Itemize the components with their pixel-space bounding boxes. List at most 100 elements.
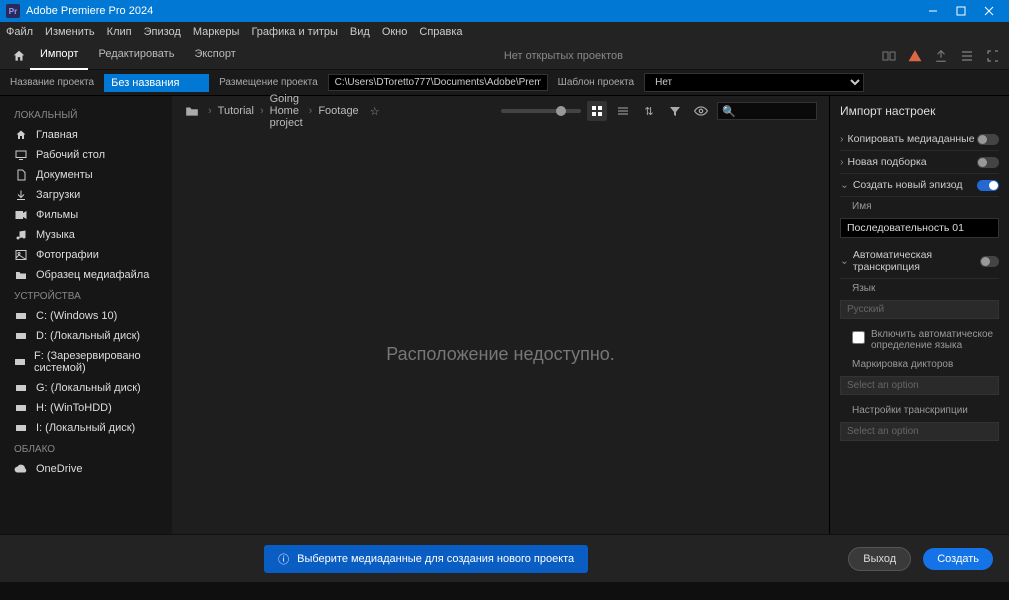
breadcrumb-separator: › <box>208 105 212 117</box>
language-select[interactable]: Русский <box>840 300 999 319</box>
menu-эпизод[interactable]: Эпизод <box>144 26 181 38</box>
sidebar-item[interactable]: Рабочий стол <box>0 145 172 165</box>
statusbar <box>0 582 1009 600</box>
sidebar-item[interactable]: Фотографии <box>0 245 172 265</box>
list-view-button[interactable] <box>613 101 633 121</box>
sidebar-item-label: Главная <box>36 129 78 141</box>
sidebar-section-header: ЛОКАЛЬНЫЙ <box>0 104 172 125</box>
sidebar-item[interactable]: C: (Windows 10) <box>0 306 172 326</box>
breadcrumb-item[interactable]: Going Home project <box>270 93 303 129</box>
settings-row[interactable]: ›Копировать медиаданные <box>840 128 999 151</box>
sidebar-section-header: УСТРОЙСТВА <box>0 285 172 306</box>
sidebar-item[interactable]: D: (Локальный диск) <box>0 326 172 346</box>
project-settings-row: Название проекта Размещение проекта Шабл… <box>0 70 1009 96</box>
home-button[interactable] <box>8 49 30 63</box>
menu-графика и титры[interactable]: Графика и титры <box>251 26 337 38</box>
sidebar-item[interactable]: I: (Локальный диск) <box>0 418 172 438</box>
sidebar-item[interactable]: Образец медиафайла <box>0 265 172 285</box>
sidebar-item[interactable]: Фильмы <box>0 205 172 225</box>
project-name-label: Название проекта <box>10 77 94 88</box>
menu-маркеры[interactable]: Маркеры <box>193 26 240 38</box>
toggle-switch[interactable] <box>977 134 999 145</box>
minimize-button[interactable] <box>919 0 947 22</box>
toggle-switch[interactable] <box>980 256 999 267</box>
search-input[interactable] <box>736 106 816 117</box>
titlebar: Pr Adobe Premiere Pro 2024 <box>0 0 1009 22</box>
sidebar-item[interactable]: OneDrive <box>0 459 172 479</box>
breadcrumb: ›Tutorial›Going Home project›Footage <box>208 93 359 129</box>
close-button[interactable] <box>975 0 1003 22</box>
breadcrumb-item[interactable]: Footage <box>318 105 358 117</box>
tab-экспорт[interactable]: Экспорт <box>184 42 245 70</box>
create-button[interactable]: Создать <box>923 548 993 570</box>
sidebar-item[interactable]: Загрузки <box>0 185 172 205</box>
sequence-name-input[interactable] <box>840 218 999 238</box>
settings-row[interactable]: ⌄Автоматическая транскрипция <box>840 244 999 279</box>
sidebar-item-label: Рабочий стол <box>36 149 105 161</box>
sidebar: ЛОКАЛЬНЫЙ Главная Рабочий стол Документы Заг… <box>0 96 172 582</box>
window-title: Adobe Premiere Pro 2024 <box>26 5 919 17</box>
sidebar-item[interactable]: F: (Зарезервировано системой) <box>0 346 172 378</box>
footer: ⓘ Выберите медиаданные для создания ново… <box>0 534 1009 582</box>
menu-клип[interactable]: Клип <box>107 26 132 38</box>
favorite-icon[interactable]: ☆ <box>367 103 383 119</box>
drive-icon <box>14 311 28 321</box>
image-icon <box>14 249 28 261</box>
export-icon[interactable] <box>933 48 949 64</box>
warning-icon[interactable] <box>907 48 923 64</box>
sidebar-item[interactable]: H: (WinToHDD) <box>0 398 172 418</box>
grid-view-button[interactable] <box>587 101 607 121</box>
filter-button[interactable] <box>665 101 685 121</box>
sidebar-item-label: Загрузки <box>36 189 80 201</box>
transcription-settings-select[interactable]: Select an option <box>840 422 999 441</box>
sidebar-item-label: Музыка <box>36 229 75 241</box>
maximize-button[interactable] <box>947 0 975 22</box>
zoom-slider[interactable] <box>501 109 581 113</box>
sequence-name-label: Имя <box>840 197 999 216</box>
preview-button[interactable] <box>691 101 711 121</box>
project-path-input[interactable] <box>328 74 548 91</box>
workspace-icon[interactable] <box>881 48 897 64</box>
search-box[interactable]: 🔍 <box>717 102 817 120</box>
tab-импорт[interactable]: Импорт <box>30 42 88 70</box>
drive-icon <box>14 331 28 341</box>
autodetect-language-checkbox[interactable]: Включить автоматическое определение язык… <box>840 325 999 355</box>
language-label: Язык <box>840 279 999 298</box>
sidebar-item[interactable]: G: (Локальный диск) <box>0 378 172 398</box>
sidebar-item-label: I: (Локальный диск) <box>36 422 135 434</box>
project-template-label: Шаблон проекта <box>558 77 634 88</box>
document-icon <box>14 169 28 181</box>
info-icon: ⓘ <box>278 551 289 567</box>
settings-row[interactable]: ›Новая подборка <box>840 151 999 174</box>
settings-row[interactable]: ⌄Создать новый эпизод <box>840 174 999 197</box>
folder-icon[interactable] <box>184 103 200 119</box>
breadcrumb-separator: › <box>309 105 313 117</box>
project-template-select[interactable]: Нет <box>644 73 864 92</box>
exit-button[interactable]: Выход <box>848 547 911 571</box>
drive-icon <box>14 357 26 367</box>
fullscreen-icon[interactable] <box>985 48 1001 64</box>
sidebar-item-label: Фильмы <box>36 209 78 221</box>
sidebar-item[interactable]: Музыка <box>0 225 172 245</box>
sidebar-item-label: Документы <box>36 169 93 181</box>
toggle-switch[interactable] <box>977 180 999 191</box>
tab-редактировать[interactable]: Редактировать <box>88 42 184 70</box>
menu-справка[interactable]: Справка <box>419 26 462 38</box>
project-name-input[interactable] <box>104 74 209 92</box>
toggle-switch[interactable] <box>977 157 999 168</box>
transcription-settings-label: Настройки транскрипции <box>840 401 999 420</box>
breadcrumb-item[interactable]: Tutorial <box>218 105 254 117</box>
menu-вид[interactable]: Вид <box>350 26 370 38</box>
no-open-projects-label: Нет открытых проектов <box>246 50 881 62</box>
menu-файл[interactable]: Файл <box>6 26 33 38</box>
sidebar-item[interactable]: Документы <box>0 165 172 185</box>
download-icon <box>14 189 28 201</box>
speaker-select[interactable]: Select an option <box>840 376 999 395</box>
menu-изменить[interactable]: Изменить <box>45 26 95 38</box>
sort-button[interactable]: ⇅ <box>639 101 659 121</box>
sidebar-item[interactable]: Главная <box>0 125 172 145</box>
menu-окно[interactable]: Окно <box>382 26 408 38</box>
sidebar-section-header: ОБЛАКО <box>0 438 172 459</box>
info-banner: ⓘ Выберите медиаданные для создания ново… <box>264 545 588 573</box>
settings-icon[interactable] <box>959 48 975 64</box>
